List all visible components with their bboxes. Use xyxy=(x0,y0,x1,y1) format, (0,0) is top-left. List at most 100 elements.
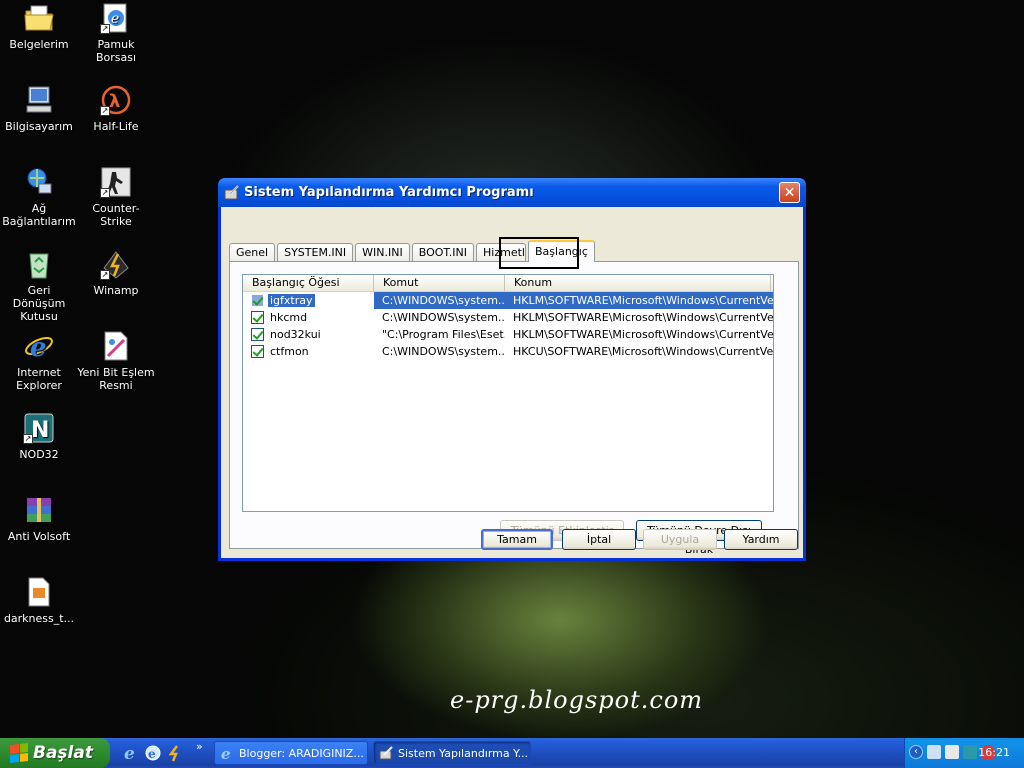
task-blogger[interactable]: e Blogger: ARADIGINIZ... xyxy=(214,741,368,765)
row-item-name: igfxtray xyxy=(268,294,315,307)
desktop-icon-label: Counter-Strike xyxy=(92,202,140,228)
tab-hizmetler[interactable]: Hizmetler xyxy=(476,243,527,262)
list-row-nod32kui[interactable]: nod32kui "C:\Program Files\Eset... HKLM\… xyxy=(243,326,773,343)
desktop-icon-yeni-bit-eslem-resmi[interactable]: Yeni Bit Eşlem Resmi xyxy=(77,330,155,392)
desktop-icon-darkness[interactable]: darkness_t... xyxy=(0,576,78,625)
task-label: Sistem Yapılandırma Y... xyxy=(398,747,529,760)
archive-icon xyxy=(23,494,55,526)
desktop-icon-nod32[interactable]: N ↗ NOD32 xyxy=(0,412,78,461)
volume-tray-icon[interactable] xyxy=(945,745,959,759)
desktop-icon-label: Geri Dönüşüm Kutusu xyxy=(12,284,66,323)
system-tray: ‹ 16:21 xyxy=(904,738,1024,768)
shortcut-arrow-icon: ↗ xyxy=(100,270,110,280)
counter-strike-icon: ↗ xyxy=(100,166,132,198)
svg-text:e: e xyxy=(148,747,156,761)
quick-launch-ie-icon[interactable]: e xyxy=(122,744,140,764)
image-file-icon xyxy=(23,576,55,608)
shortcut-arrow-icon: ↗ xyxy=(100,106,110,116)
desktop-icon-label: Ağ Bağlantılarım xyxy=(2,202,76,228)
enable-checkbox[interactable] xyxy=(251,294,264,307)
enable-checkbox[interactable] xyxy=(251,311,264,324)
startup-list[interactable]: Başlangıç Öğesi Komut Konum igfxtray C:\… xyxy=(242,274,774,512)
task-label: Blogger: ARADIGINIZ... xyxy=(239,747,364,760)
desktop-icon-anti-volsoft[interactable]: Anti Volsoft xyxy=(0,494,78,543)
recycle-bin-icon xyxy=(23,248,55,280)
shortcut-arrow-icon: ↗ xyxy=(100,188,110,198)
window-titlebar[interactable]: Sistem Yapılandırma Yardımcı Programı ✕ xyxy=(218,178,806,207)
internet-shortcut-icon: e ↗ xyxy=(100,2,132,34)
desktop-icon-label: Yeni Bit Eşlem Resmi xyxy=(77,366,155,392)
cancel-button[interactable]: İptal xyxy=(562,529,636,550)
list-row-ctfmon[interactable]: ctfmon C:\WINDOWS\system... HKCU\SOFTWAR… xyxy=(243,343,773,360)
documents-folder-icon xyxy=(23,2,55,34)
internet-explorer-icon: e xyxy=(23,330,55,363)
desktop-icon-label: darkness_t... xyxy=(3,612,75,625)
svg-text:λ: λ xyxy=(109,91,120,112)
network-icon xyxy=(23,166,55,198)
tab-boot-ini[interactable]: BOOT.INI xyxy=(411,243,475,262)
desktop-icon-winamp[interactable]: ↗ Winamp xyxy=(77,248,155,297)
svg-text:N: N xyxy=(31,418,49,443)
svg-text:e: e xyxy=(111,11,119,27)
tray-collapse-chevron-icon[interactable]: ‹ xyxy=(909,745,923,759)
desktop-icon-geri-donusum-kutusu[interactable]: Geri Dönüşüm Kutusu xyxy=(0,248,78,323)
apply-button[interactable]: Uygula xyxy=(643,529,717,550)
quick-launch-winamp-icon[interactable] xyxy=(166,744,184,762)
list-row-hkcmd[interactable]: hkcmd C:\WINDOWS\system... HKLM\SOFTWARE… xyxy=(243,309,773,326)
desktop-icon-bilgisayarim[interactable]: Bilgisayarım xyxy=(0,84,78,133)
desktop-icon-internet-explorer[interactable]: e Internet Explorer xyxy=(0,330,78,392)
svg-text:e: e xyxy=(124,744,135,762)
tab-win-ini[interactable]: WIN.INI xyxy=(355,243,410,262)
close-button[interactable]: ✕ xyxy=(779,182,800,203)
desktop-icon-label: NOD32 xyxy=(19,448,59,461)
clock[interactable]: 16:21 xyxy=(978,746,1010,759)
my-computer-icon xyxy=(23,84,55,116)
nod32-icon: N ↗ xyxy=(23,412,55,444)
quick-launch-browser-icon[interactable]: e xyxy=(144,744,162,762)
network-tray-icon[interactable] xyxy=(927,745,941,759)
winamp-icon: ↗ xyxy=(100,248,132,280)
desktop-icon-half-life[interactable]: λ ↗ Half-Life xyxy=(77,84,155,133)
start-label: Başlat xyxy=(33,743,93,763)
quick-launch-more-chevron[interactable]: » xyxy=(196,740,203,753)
row-command: C:\WINDOWS\system... xyxy=(382,311,505,324)
row-location: HKCU\SOFTWARE\Microsoft\Windows\CurrentV… xyxy=(513,345,773,358)
start-button[interactable]: Başlat xyxy=(0,738,110,768)
desktop-icon-counter-strike[interactable]: ↗ Counter-Strike xyxy=(77,166,155,228)
ok-button[interactable]: Tamam xyxy=(481,529,553,550)
nod32-tray-icon[interactable] xyxy=(963,745,977,759)
desktop-icon-label: Internet Explorer xyxy=(16,366,62,392)
row-item-cell: ctfmon xyxy=(243,345,374,358)
msconfig-app-icon xyxy=(224,184,240,201)
taskbar: Başlat e e » e Blogger: ARADIGINIZ... Si… xyxy=(0,738,1024,768)
tab-system-ini[interactable]: SYSTEM.INI xyxy=(277,243,354,262)
desktop-icon-belgelerim[interactable]: Belgelerim xyxy=(0,2,78,51)
enable-checkbox[interactable] xyxy=(251,345,264,358)
row-command: "C:\Program Files\Eset... xyxy=(382,328,505,341)
tab-baslangic[interactable]: Başlangıç xyxy=(528,240,595,262)
help-button[interactable]: Yardım xyxy=(724,529,798,550)
row-item-cell: igfxtray xyxy=(243,294,374,307)
list-row-igfxtray[interactable]: igfxtray C:\WINDOWS\system... HKLM\SOFTW… xyxy=(243,292,773,309)
column-header-location[interactable]: Konum xyxy=(505,275,771,291)
desktop-icon-ag-baglantilarim[interactable]: Ağ Bağlantılarım xyxy=(0,166,78,228)
half-life-icon: λ ↗ xyxy=(100,84,132,116)
svg-text:e: e xyxy=(30,333,47,362)
row-item-name: nod32kui xyxy=(270,328,321,341)
task-msconfig[interactable]: Sistem Yapılandırma Y... xyxy=(373,741,531,765)
column-header-command[interactable]: Komut xyxy=(374,275,505,291)
desktop-icon-label: Pamuk Borsası xyxy=(95,38,137,64)
tab-genel[interactable]: Genel xyxy=(229,243,276,262)
window-client-area: Genel SYSTEM.INI WIN.INI BOOT.INI Hizmet… xyxy=(221,207,803,558)
shortcut-arrow-icon: ↗ xyxy=(100,24,110,34)
row-location: HKLM\SOFTWARE\Microsoft\Windows\CurrentV… xyxy=(513,328,773,341)
row-location: HKLM\SOFTWARE\Microsoft\Windows\CurrentV… xyxy=(513,311,773,324)
enable-checkbox[interactable] xyxy=(251,328,264,341)
desktop-icon-label: Bilgisayarım xyxy=(5,120,73,133)
row-item-name: ctfmon xyxy=(270,345,309,358)
desktop-icon-pamuk-borsasi[interactable]: e ↗ Pamuk Borsası xyxy=(77,2,155,64)
row-item-name: hkcmd xyxy=(270,311,308,324)
windows-flag-icon xyxy=(10,743,28,763)
desktop-icon-label: Half-Life xyxy=(93,120,139,133)
column-header-item[interactable]: Başlangıç Öğesi xyxy=(243,275,374,291)
